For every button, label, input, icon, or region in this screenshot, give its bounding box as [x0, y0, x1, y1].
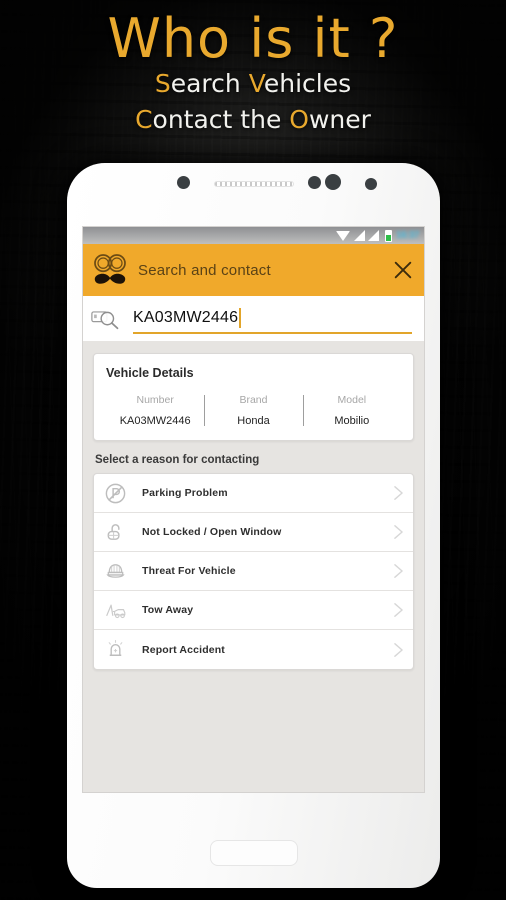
glasses-mustache-logo-icon [94, 254, 126, 284]
vehicle-details-title: Vehicle Details [106, 366, 194, 380]
promo-subtitle-line-1: Search Vehicles [0, 66, 506, 102]
reason-item-not-locked[interactable]: Not Locked / Open Window [94, 513, 413, 552]
vehicle-field-model: Model Mobilio [302, 394, 401, 427]
app-bar: Search and contact [83, 244, 424, 296]
reason-item-tow-away[interactable]: Tow Away [94, 591, 413, 630]
app-screen: 16:37 Search and contact KA03MW2446 Vehi… [82, 226, 425, 793]
vehicle-field-brand: Brand Honda [204, 394, 302, 427]
vehicle-field-value: Mobilio [334, 415, 370, 427]
notification-led-icon [365, 178, 377, 190]
promo-accent-letter: S [154, 69, 171, 98]
reason-item-label: Not Locked / Open Window [142, 526, 282, 538]
siren-icon [108, 639, 123, 656]
proximity-sensor-icon [177, 176, 190, 189]
vehicle-field-value: Honda [237, 415, 270, 427]
reason-item-label: Parking Problem [142, 487, 228, 499]
reason-item-label: Tow Away [142, 604, 194, 616]
earpiece-speaker-icon [213, 181, 294, 187]
vehicle-field-label: Number [136, 394, 174, 406]
search-input-value: KA03MW2446 [133, 308, 239, 326]
signal-bars-icon [353, 230, 365, 241]
home-button[interactable] [209, 840, 298, 866]
vehicle-field-label: Brand [239, 394, 268, 406]
app-bar-title: Search and contact [138, 261, 271, 279]
vehicle-field-value: KA03MW2446 [119, 415, 191, 427]
reason-item-report-accident[interactable]: Report Accident [94, 630, 413, 669]
police-cap-icon [106, 563, 125, 578]
vehicle-field-label: Model [337, 394, 367, 406]
battery-icon [384, 229, 392, 242]
chevron-right-icon [394, 603, 403, 617]
reason-list: Parking Problem Not Locked / Open Window… [93, 473, 414, 670]
reason-item-parking-problem[interactable]: Parking Problem [94, 474, 413, 513]
search-input[interactable]: KA03MW2446 [133, 304, 412, 334]
plate-search-icon[interactable] [91, 308, 121, 330]
app-content: Vehicle Details Number KA03MW2446 Brand … [83, 341, 424, 792]
reason-item-label: Report Accident [142, 643, 225, 656]
chevron-right-icon [394, 564, 403, 578]
promo-subtitle-line-2: Contact the Owner [0, 102, 506, 138]
light-sensor-icon [308, 176, 321, 189]
signal-bars-icon [367, 230, 379, 241]
close-icon[interactable] [392, 259, 414, 281]
promo-title: Who is it ? [107, 7, 399, 70]
reason-section-title: Select a reason for contacting [95, 454, 260, 466]
promo-accent-letter: V [248, 69, 264, 98]
no-parking-icon [105, 483, 126, 503]
chevron-right-icon [394, 642, 403, 657]
text-cursor [239, 307, 242, 328]
tow-truck-icon [106, 604, 126, 618]
vehicle-field-number: Number KA03MW2446 [106, 394, 204, 427]
phone-mockup: 16:37 Search and contact KA03MW2446 Vehi… [67, 163, 440, 888]
promo-text: ontact the [152, 104, 290, 134]
wifi-icon [335, 230, 350, 241]
promo-text: earch [170, 69, 249, 98]
promo-accent-letter: C [135, 104, 153, 134]
screenshot-root: Who is it ? Search Vehicles Contact the … [0, 0, 506, 900]
search-row: KA03MW2446 [83, 296, 424, 341]
vehicle-details-fields: Number KA03MW2446 Brand Honda Model Mobi… [106, 394, 401, 427]
promo-accent-letter: O [289, 104, 309, 134]
chevron-right-icon [394, 525, 403, 539]
reason-item-label: Threat For Vehicle [142, 565, 236, 577]
status-bar-clock: 16:37 [395, 230, 420, 241]
chevron-right-icon [394, 486, 403, 500]
promo-text: ehicles [263, 69, 352, 98]
status-bar: 16:37 [83, 227, 424, 244]
front-camera-icon [325, 174, 341, 190]
promo-text: wner [308, 104, 371, 134]
vehicle-details-card: Vehicle Details Number KA03MW2446 Brand … [93, 353, 414, 441]
promo-header: Who is it ? Search Vehicles Contact the … [0, 0, 506, 137]
reason-item-threat-for-vehicle[interactable]: Threat For Vehicle [94, 552, 413, 591]
open-padlock-icon [107, 523, 120, 540]
